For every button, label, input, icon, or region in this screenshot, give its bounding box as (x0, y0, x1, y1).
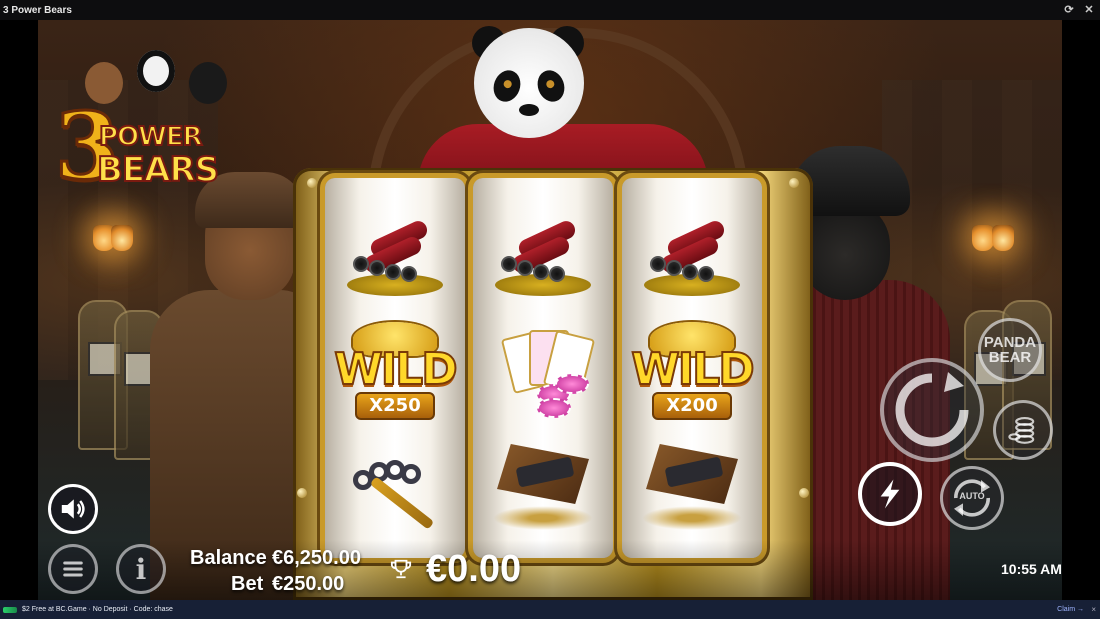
revolver-symbol (622, 434, 762, 554)
dynamite-symbol (622, 198, 762, 318)
reel-1: WILD X250 (325, 178, 465, 558)
autoplay-label: AUTO (959, 491, 985, 501)
speaker-icon (61, 499, 85, 519)
lightning-icon (880, 479, 900, 509)
wild-label: WILD (333, 343, 458, 396)
window-titlebar: 3 Power Bears ⟳ ✕ (0, 0, 1100, 20)
bcgame-logo-icon (3, 606, 17, 613)
logo-word-power: POWER (98, 121, 204, 153)
frame-rivet (297, 488, 307, 498)
revolver-symbol (473, 434, 613, 554)
trophy-icon (390, 559, 412, 579)
wall-lamp-left-2 (111, 225, 133, 251)
game-stage: 3 POWER BEARS WILD X250 WILD X200 PANDA … (0, 20, 1100, 600)
wild-multiplier: X200 (652, 392, 732, 420)
bet-label: Bet (231, 573, 264, 595)
panda-bear-character (474, 28, 584, 138)
wild-label: WILD (630, 343, 755, 396)
promo-text[interactable]: $2 Free at BC.Game · No Deposit · Code: … (22, 606, 173, 613)
playing-cards-icon (485, 326, 601, 430)
reel-2 (473, 178, 613, 558)
wall-lamp-right-2 (992, 225, 1014, 251)
panda-bear-label-1: PANDA (983, 334, 1037, 351)
logo-black-bear (189, 62, 227, 104)
sound-toggle-button[interactable] (48, 484, 98, 534)
close-icon[interactable]: ✕ (1082, 3, 1096, 17)
cards-and-chips-symbol (473, 318, 613, 438)
frame-rivet (799, 488, 809, 498)
coin-stack-icon (1008, 417, 1035, 444)
brass-knuckles-symbol (325, 434, 465, 554)
bet-value: €250.00 (272, 573, 345, 595)
dynamite-symbol (325, 198, 465, 318)
bet-settings-button[interactable] (993, 400, 1053, 460)
dynamite-symbol (473, 198, 613, 318)
logo-word-bears: BEARS (96, 149, 220, 191)
balance-value: €6,250.00 (272, 547, 361, 569)
window-title: 3 Power Bears (3, 4, 72, 16)
revolver-icon (489, 444, 597, 544)
claim-link[interactable]: Claim → (1057, 606, 1084, 613)
wild-symbol: WILD X250 (325, 308, 465, 428)
revolver-icon (638, 444, 746, 544)
win-amount: €0.00 (426, 548, 522, 590)
reel-3: WILD X200 (622, 178, 762, 558)
promo-close-icon[interactable]: × (1091, 605, 1096, 614)
wall-lamp-right (972, 225, 994, 251)
menu-button[interactable] (48, 544, 98, 594)
brass-knuckles-icon (343, 450, 447, 540)
dynamite-icon (644, 216, 740, 296)
wild-multiplier: X250 (355, 392, 435, 420)
dynamite-icon (495, 216, 591, 296)
panda-nose (519, 104, 539, 116)
turbo-button[interactable] (858, 462, 922, 526)
game-logo: 3 POWER BEARS (53, 50, 240, 210)
clock: 10:55 AM (1001, 561, 1062, 577)
spin-arrow-icon (895, 372, 969, 447)
panda-bear-label-2: BEAR (988, 349, 1032, 366)
frame-rivet (307, 178, 317, 188)
frame-rivet (789, 178, 799, 188)
wild-symbol: WILD X200 (622, 308, 762, 428)
balance-label: Balance (190, 547, 267, 569)
promo-bar: $2 Free at BC.Game · No Deposit · Code: … (0, 600, 1100, 619)
autoplay-button[interactable]: AUTO (940, 466, 1004, 530)
hamburger-icon (63, 561, 83, 577)
info-button[interactable]: i (116, 544, 166, 594)
info-icon: i (135, 552, 147, 586)
logo-panda (137, 50, 175, 92)
spin-button[interactable] (880, 358, 984, 462)
dynamite-icon (347, 216, 443, 296)
panda-bear-feature-button[interactable]: PANDA BEAR (978, 318, 1042, 382)
restore-icon[interactable]: ⟳ (1062, 3, 1076, 17)
